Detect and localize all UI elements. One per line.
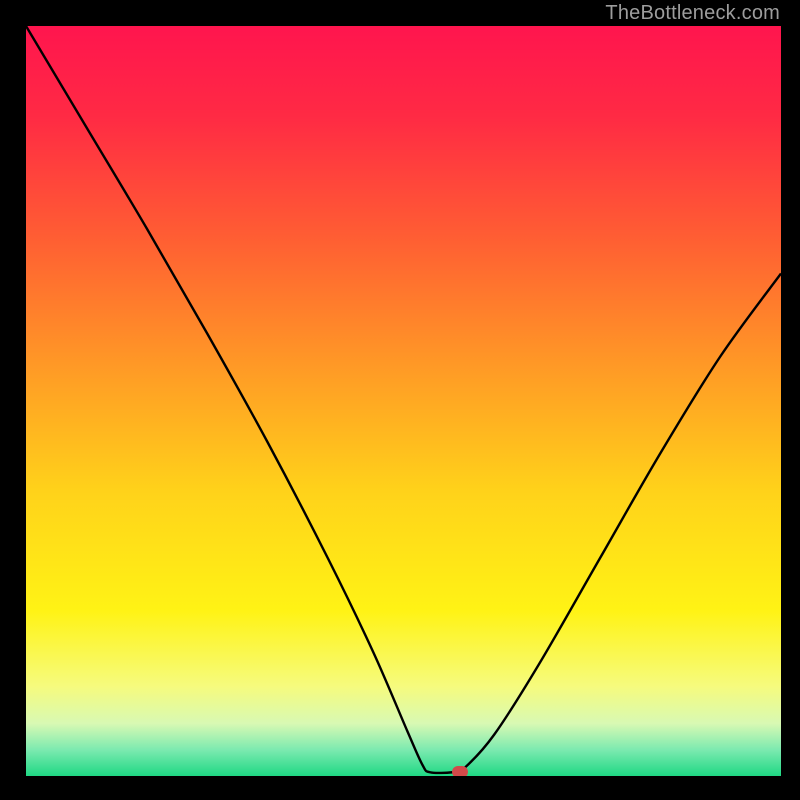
curve-path [26,26,781,773]
bottleneck-curve [26,26,781,776]
optimal-point-marker [452,766,468,776]
chart-frame: TheBottleneck.com [0,0,800,800]
watermark-text: TheBottleneck.com [605,2,780,25]
plot-area [26,26,781,776]
